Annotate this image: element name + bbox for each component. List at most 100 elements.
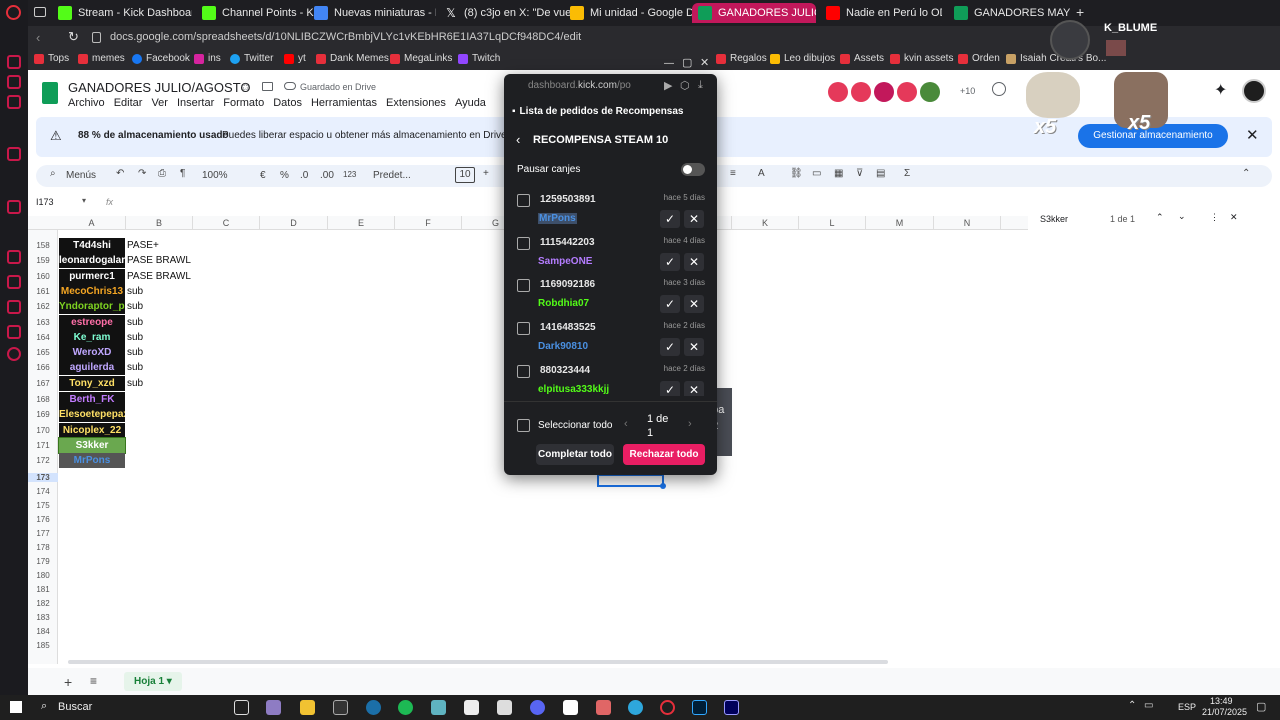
- star-icon[interactable]: ☆: [240, 80, 251, 94]
- app-icon[interactable]: [563, 700, 578, 715]
- sheet-tab-hoja1[interactable]: Hoja 1 ▾: [124, 672, 182, 691]
- sidebar-icon-7[interactable]: [7, 275, 21, 289]
- reward-cell[interactable]: sub: [127, 362, 143, 373]
- col-header[interactable]: D: [260, 216, 328, 230]
- row-number[interactable]: 161: [28, 287, 58, 296]
- tab-menu-icon[interactable]: [34, 7, 46, 17]
- row-number[interactable]: 182: [28, 599, 58, 608]
- reject-button[interactable]: ✕: [684, 380, 704, 396]
- url-field[interactable]: docs.google.com/spreadsheets/d/10NLIBCZW…: [110, 31, 581, 43]
- row-number[interactable]: 179: [28, 557, 58, 566]
- selected-cell[interactable]: [597, 474, 664, 487]
- tray-chevron-icon[interactable]: ⌃: [1128, 700, 1136, 711]
- discord-icon[interactable]: [530, 700, 545, 715]
- reload-icon[interactable]: ↻: [68, 29, 79, 45]
- bookmark-leo-dibujos[interactable]: Leo dibujos: [770, 53, 835, 64]
- bookmark-ins[interactable]: ins: [194, 53, 221, 64]
- col-header[interactable]: F: [395, 216, 462, 230]
- opera-icon[interactable]: [660, 700, 675, 715]
- find-prev-icon[interactable]: ⌃: [1156, 212, 1164, 223]
- popup-close-icon[interactable]: ✕: [700, 56, 709, 69]
- row-number[interactable]: 166: [28, 363, 58, 372]
- row-number[interactable]: 180: [28, 571, 58, 580]
- bookmark-dank-memes[interactable]: Dank Memes: [316, 53, 389, 64]
- winner-cell[interactable]: Elesoetepepaxio: [59, 407, 125, 423]
- windows-start-icon[interactable]: [10, 701, 22, 713]
- app-icon[interactable]: [266, 700, 281, 715]
- row-number[interactable]: 185: [28, 641, 58, 650]
- network-icon[interactable]: ▭: [1144, 700, 1153, 711]
- avatar[interactable]: [920, 82, 940, 102]
- epic-games-icon[interactable]: [333, 700, 348, 715]
- avatar[interactable]: [828, 82, 848, 102]
- reward-cell[interactable]: sub: [127, 286, 143, 297]
- document-title[interactable]: GANADORES JULIO/AGOSTO: [68, 80, 251, 95]
- photoshop-icon[interactable]: [692, 700, 707, 715]
- menu-archivo[interactable]: Archivo: [68, 97, 105, 109]
- all-sheets-icon[interactable]: ≡: [90, 674, 97, 688]
- close-banner-icon[interactable]: ✕: [1246, 126, 1259, 144]
- edge-icon[interactable]: [628, 700, 643, 715]
- reject-button[interactable]: ✕: [684, 252, 704, 271]
- row-number[interactable]: 181: [28, 585, 58, 594]
- paint-format-icon[interactable]: ¶: [180, 168, 185, 179]
- request-checkbox[interactable]: [517, 236, 530, 250]
- winner-cell[interactable]: purmerc1: [59, 268, 125, 284]
- row-number[interactable]: 169: [28, 410, 58, 419]
- task-view-icon[interactable]: [234, 700, 249, 715]
- row-number[interactable]: 160: [28, 272, 58, 281]
- row-number[interactable]: 178: [28, 543, 58, 552]
- reject-all-button[interactable]: Rechazar todo: [623, 444, 705, 465]
- app-icon[interactable]: [464, 700, 479, 715]
- sidebar-icon-6[interactable]: [7, 250, 21, 264]
- row-number[interactable]: 165: [28, 348, 58, 357]
- undo-icon[interactable]: ↶: [116, 168, 124, 179]
- site-info-icon[interactable]: [92, 32, 101, 43]
- pause-toggle[interactable]: [681, 163, 705, 176]
- menu-extensiones[interactable]: Extensiones: [386, 97, 446, 109]
- winner-cell[interactable]: Ke_ram: [59, 329, 125, 345]
- row-number[interactable]: 164: [28, 333, 58, 342]
- approve-button[interactable]: ✓: [660, 380, 680, 396]
- bookmark-orden[interactable]: Orden: [958, 53, 1000, 64]
- app-icon[interactable]: [497, 700, 512, 715]
- approve-button[interactable]: ✓: [660, 252, 680, 271]
- reject-button[interactable]: ✕: [684, 338, 704, 357]
- col-header[interactable]: N: [934, 216, 1001, 230]
- sidebar-icon-9[interactable]: [7, 325, 21, 339]
- find-close-icon[interactable]: ✕: [1230, 212, 1238, 223]
- tab-drive[interactable]: Mi unidad - Google Drive: [564, 3, 694, 23]
- row-number[interactable]: 171: [28, 441, 58, 450]
- col-header[interactable]: C: [193, 216, 260, 230]
- reward-cell[interactable]: PASE+: [127, 240, 159, 251]
- sidebar-icon-1[interactable]: [7, 55, 21, 69]
- taskbar-search[interactable]: ⌕ Buscar: [36, 698, 216, 717]
- approve-button[interactable]: ✓: [660, 338, 680, 357]
- row-number[interactable]: 163: [28, 318, 58, 327]
- add-sheet-icon[interactable]: +: [64, 674, 72, 690]
- search-menus-icon[interactable]: ⌕: [50, 168, 56, 179]
- menu-editar[interactable]: Editar: [114, 97, 143, 109]
- row-number[interactable]: 170: [28, 426, 58, 435]
- text-color-icon[interactable]: A: [758, 168, 765, 179]
- row-number[interactable]: 177: [28, 529, 58, 538]
- reward-cell[interactable]: sub: [127, 378, 143, 389]
- tab-kick-dashboard[interactable]: Stream - Kick Dashboard: [52, 3, 192, 23]
- bookmark-tops[interactable]: Tops: [34, 53, 69, 64]
- approve-button[interactable]: ✓: [660, 210, 680, 228]
- tab-docs[interactable]: Nuevas miniaturas - Docu: [308, 3, 436, 23]
- chart-icon[interactable]: ▦: [834, 168, 843, 179]
- winner-cell[interactable]: MrPons: [59, 453, 125, 469]
- sidebar-icon-5[interactable]: [7, 200, 21, 214]
- spotify-icon[interactable]: [398, 700, 413, 715]
- name-box-dropdown-icon[interactable]: ▾: [82, 196, 86, 205]
- bookmark-facebook[interactable]: Facebook: [132, 53, 190, 64]
- winner-cell[interactable]: Berth_FK: [59, 392, 125, 407]
- col-header[interactable]: K: [732, 216, 799, 230]
- gemini-icon[interactable]: ✦: [1214, 80, 1227, 100]
- search-menus[interactable]: Menús: [66, 170, 96, 181]
- clock-date[interactable]: 21/07/2025: [1202, 707, 1247, 717]
- sidebar-icon-4[interactable]: [7, 147, 21, 161]
- reward-cell[interactable]: sub: [127, 301, 143, 312]
- prev-page-icon[interactable]: ‹: [624, 418, 628, 430]
